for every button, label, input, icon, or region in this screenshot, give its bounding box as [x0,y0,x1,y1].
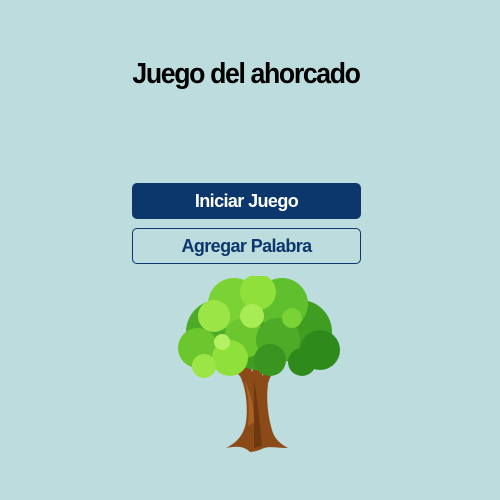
page-title: Juego del ahorcado [132,58,361,90]
tree-foliage [178,276,340,378]
hangman-home-screen: Juego del ahorcado Iniciar Juego Agregar… [0,0,500,500]
add-word-button[interactable]: Agregar Palabra [132,228,361,264]
tree-icon [178,276,340,452]
start-game-button[interactable]: Iniciar Juego [132,183,361,219]
